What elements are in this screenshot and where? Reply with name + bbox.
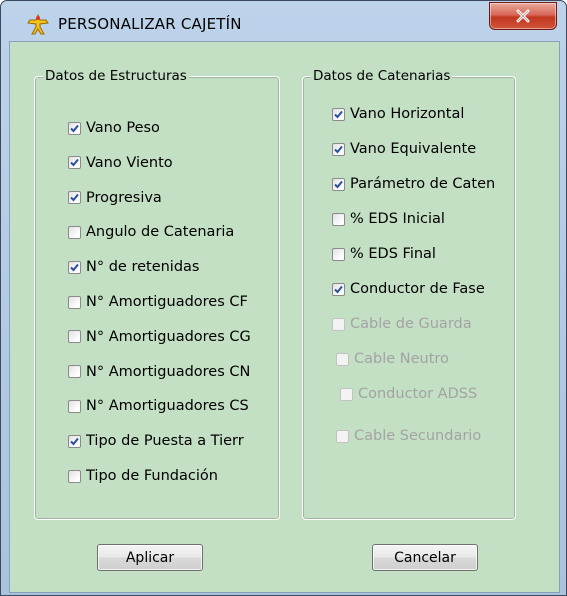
checkbox-label: N° Amortiguadores CN bbox=[86, 363, 251, 380]
checkbox-checked-icon[interactable] bbox=[332, 177, 345, 191]
checkbox-unchecked-icon[interactable] bbox=[68, 399, 81, 413]
checkbox-unchecked-icon[interactable] bbox=[68, 225, 81, 239]
checkbox-catenarias-5[interactable]: Conductor de Fase bbox=[332, 281, 485, 297]
checkbox-label: Tipo de Puesta a Tierr bbox=[86, 433, 244, 450]
checkbox-unchecked-icon[interactable] bbox=[68, 469, 81, 483]
checkbox-unchecked-icon bbox=[336, 429, 349, 443]
checkbox-label: % EDS Inicial bbox=[350, 211, 445, 227]
checkbox-label: Cable de Guarda bbox=[350, 316, 472, 332]
checkbox-unchecked-icon[interactable] bbox=[68, 295, 81, 309]
checkbox-estructuras-5[interactable]: N° Amortiguadores CF bbox=[68, 294, 248, 310]
checkbox-label: Vano Equivalente bbox=[350, 141, 477, 157]
checkbox-label: Progresiva bbox=[86, 189, 162, 206]
checkbox-estructuras-10[interactable]: Tipo de Fundación bbox=[68, 468, 218, 484]
checkbox-catenarias-4[interactable]: % EDS Final bbox=[332, 246, 436, 262]
checkbox-label: Vano Horizontal bbox=[350, 106, 465, 122]
checkbox-label: Tipo de Fundación bbox=[86, 468, 218, 484]
checkbox-catenarias-7: Cable Neutro bbox=[336, 351, 449, 367]
checkbox-label: Parámetro de Caten bbox=[350, 176, 496, 192]
checkbox-catenarias-2[interactable]: Parámetro de Caten bbox=[332, 176, 495, 192]
checkbox-estructuras-2[interactable]: Progresiva bbox=[68, 190, 162, 206]
checkbox-label: Cable Secundario bbox=[354, 428, 482, 444]
checkbox-estructuras-6[interactable]: N° Amortiguadores CG bbox=[68, 329, 251, 345]
window-title: PERSONALIZAR CAJETÍN bbox=[58, 15, 242, 33]
checkbox-label: Cable Neutro bbox=[354, 351, 449, 367]
checkbox-estructuras-0[interactable]: Vano Peso bbox=[68, 120, 160, 136]
apply-button[interactable]: Aplicar bbox=[97, 544, 203, 571]
checkbox-label: % EDS Final bbox=[350, 246, 436, 262]
checkbox-catenarias-3[interactable]: % EDS Inicial bbox=[332, 211, 445, 227]
checkbox-checked-icon[interactable] bbox=[68, 191, 81, 205]
dialog-window: PERSONALIZAR CAJETÍN Datos de Estructura… bbox=[0, 0, 567, 596]
checkbox-unchecked-icon[interactable] bbox=[332, 247, 345, 261]
dialog-client-area: Datos de Estructuras Datos de Catenarias… bbox=[9, 41, 560, 593]
checkbox-label: Angulo de Catenaria bbox=[86, 224, 235, 241]
checkbox-label: N° de retenidas bbox=[86, 259, 200, 276]
yellow-figure-icon bbox=[27, 13, 49, 36]
checkbox-checked-icon[interactable] bbox=[68, 260, 81, 274]
checkbox-label: N° Amortiguadores CG bbox=[86, 328, 251, 345]
checkbox-estructuras-8[interactable]: N° Amortiguadores CS bbox=[68, 398, 249, 414]
checkbox-label: Conductor ADSS bbox=[358, 386, 478, 402]
checkbox-catenarias-8: Conductor ADSS bbox=[340, 386, 477, 402]
close-button[interactable] bbox=[489, 2, 557, 30]
cancel-button[interactable]: Cancelar bbox=[372, 544, 478, 571]
checkbox-checked-icon[interactable] bbox=[332, 107, 345, 121]
checkbox-unchecked-icon[interactable] bbox=[68, 365, 81, 379]
checkbox-estructuras-1[interactable]: Vano Viento bbox=[68, 155, 173, 171]
checkbox-unchecked-icon bbox=[340, 387, 353, 401]
checkbox-estructuras-7[interactable]: N° Amortiguadores CN bbox=[68, 364, 250, 380]
checkbox-unchecked-icon[interactable] bbox=[68, 330, 81, 344]
checkbox-checked-icon[interactable] bbox=[68, 434, 81, 448]
checkbox-estructuras-9[interactable]: Tipo de Puesta a Tierr bbox=[68, 433, 244, 449]
checkbox-checked-icon[interactable] bbox=[68, 156, 81, 170]
checkbox-catenarias-6: Cable de Guarda bbox=[332, 316, 472, 332]
checkbox-catenarias-1[interactable]: Vano Equivalente bbox=[332, 141, 476, 157]
checkbox-checked-icon[interactable] bbox=[332, 282, 345, 296]
close-icon bbox=[515, 9, 531, 23]
checkbox-unchecked-icon[interactable] bbox=[332, 212, 345, 226]
checkbox-label: N° Amortiguadores CF bbox=[86, 294, 248, 310]
checkbox-estructuras-4[interactable]: N° de retenidas bbox=[68, 259, 199, 275]
checkbox-unchecked-icon bbox=[336, 352, 349, 366]
checkbox-label: Vano Viento bbox=[86, 154, 173, 171]
checkbox-checked-icon[interactable] bbox=[332, 142, 345, 156]
checkbox-checked-icon[interactable] bbox=[68, 121, 81, 135]
checkbox-label: Conductor de Fase bbox=[350, 281, 485, 297]
checkbox-unchecked-icon bbox=[332, 317, 345, 331]
title-bar[interactable]: PERSONALIZAR CAJETÍN bbox=[1, 1, 566, 41]
checkbox-catenarias-9: Cable Secundario bbox=[336, 428, 481, 444]
group-legend-catenarias: Datos de Catenarias bbox=[311, 68, 453, 84]
checkbox-catenarias-0[interactable]: Vano Horizontal bbox=[332, 106, 464, 122]
group-legend-estructuras: Datos de Estructuras bbox=[43, 68, 189, 84]
checkbox-label: N° Amortiguadores CS bbox=[86, 398, 249, 415]
checkbox-label: Vano Peso bbox=[86, 120, 160, 136]
checkbox-estructuras-3[interactable]: Angulo de Catenaria bbox=[68, 224, 234, 240]
